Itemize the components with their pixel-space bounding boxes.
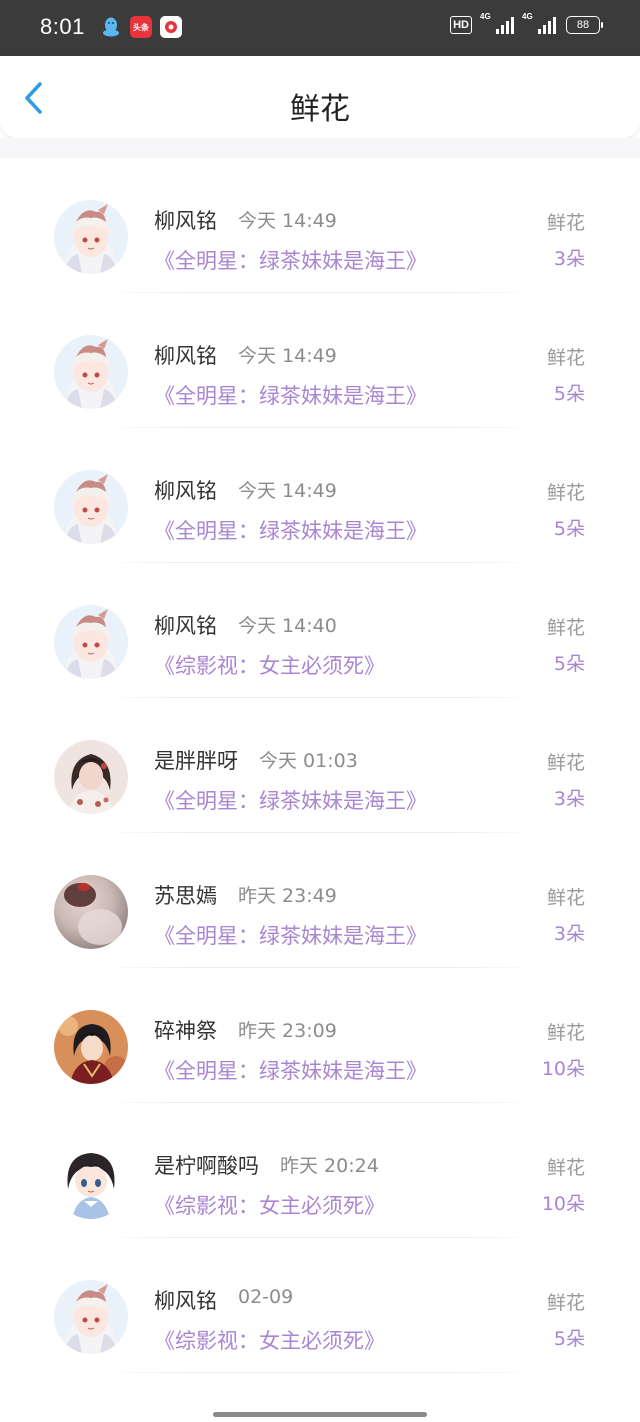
- avatar[interactable]: [54, 200, 128, 274]
- signal-strength-icon-2: 4G: [522, 12, 556, 34]
- gift-count: 10朵: [541, 1058, 585, 1080]
- user-name[interactable]: 碎神祭: [154, 1015, 217, 1045]
- gift-type-label: 鲜花: [546, 347, 585, 369]
- gift-type-label: 鲜花: [546, 1157, 585, 1179]
- gift-type-label: 鲜花: [546, 617, 585, 639]
- avatar[interactable]: [54, 1280, 128, 1354]
- system-status-icons: HD 4G 4G 88: [450, 12, 603, 34]
- gift-count: 5朵: [553, 1328, 585, 1350]
- notification-icons: 头条: [100, 16, 182, 38]
- gift-type-label: 鲜花: [546, 752, 585, 774]
- gift-count: 5朵: [553, 383, 585, 405]
- gift-type-label: 鲜花: [546, 482, 585, 504]
- gift-count: 3朵: [553, 248, 585, 270]
- timestamp: 今天 14:49: [238, 480, 337, 502]
- user-name[interactable]: 是胖胖呀: [154, 745, 238, 775]
- avatar[interactable]: [54, 875, 128, 949]
- user-name[interactable]: 柳风铭: [154, 205, 217, 235]
- home-indicator[interactable]: [213, 1412, 427, 1417]
- timestamp: 今天 14:49: [238, 210, 337, 232]
- user-name[interactable]: 是柠啊酸吗: [154, 1150, 259, 1180]
- gift-record-list: 柳风铭 今天 14:49 《全明星：绿茶妹妹是海王》 鲜花 3朵 柳风铭 今天 …: [0, 158, 640, 1373]
- gift-count: 3朵: [553, 788, 585, 810]
- gift-type-label: 鲜花: [546, 1022, 585, 1044]
- divider: [100, 1372, 540, 1373]
- status-time: 8:01: [40, 14, 85, 39]
- gift-count: 5朵: [553, 653, 585, 675]
- timestamp: 今天 01:03: [259, 750, 358, 772]
- gift-count: 3朵: [553, 923, 585, 945]
- page-title: 鲜花: [290, 92, 350, 127]
- timestamp: 02-09: [238, 1286, 294, 1308]
- gift-count: 5朵: [553, 518, 585, 540]
- user-name[interactable]: 柳风铭: [154, 1285, 217, 1315]
- timestamp: 昨天 23:49: [238, 885, 337, 907]
- book-title-link[interactable]: 《综影视：女主必须死》: [154, 1190, 385, 1220]
- book-title-link[interactable]: 《全明星：绿茶妹妹是海王》: [154, 515, 427, 545]
- toutiao-label: 头条: [133, 22, 149, 32]
- status-bar: 8:01 头条 HD 4G 4G 88: [0, 0, 640, 56]
- list-item[interactable]: 柳风铭 今天 14:40 《综影视：女主必须死》 鲜花 5朵: [0, 563, 640, 698]
- list-item[interactable]: 柳风铭 02-09 《综影视：女主必须死》 鲜花 5朵: [0, 1238, 640, 1373]
- list-item[interactable]: 苏思嫣 昨天 23:49 《全明星：绿茶妹妹是海王》 鲜花 3朵: [0, 833, 640, 968]
- battery-level: 88: [576, 19, 590, 31]
- gift-count: 10朵: [541, 1193, 585, 1215]
- list-item[interactable]: 碎神祭 昨天 23:09 《全明星：绿茶妹妹是海王》 鲜花 10朵: [0, 968, 640, 1103]
- user-name[interactable]: 柳风铭: [154, 340, 217, 370]
- book-title-link[interactable]: 《全明星：绿茶妹妹是海王》: [154, 380, 427, 410]
- gift-type-label: 鲜花: [546, 212, 585, 234]
- avatar[interactable]: [54, 740, 128, 814]
- user-name[interactable]: 柳风铭: [154, 610, 217, 640]
- battery-icon: 88: [566, 16, 603, 34]
- book-title-link[interactable]: 《全明星：绿茶妹妹是海王》: [154, 920, 427, 950]
- timestamp: 今天 14:40: [238, 615, 337, 637]
- app-notification-icon: [160, 16, 182, 38]
- book-title-link[interactable]: 《全明星：绿茶妹妹是海王》: [154, 785, 427, 815]
- list-item[interactable]: 是柠啊酸吗 昨天 20:24 《综影视：女主必须死》 鲜花 10朵: [0, 1103, 640, 1238]
- nav-header: 鲜花: [0, 56, 640, 138]
- avatar[interactable]: [54, 470, 128, 544]
- signal-strength-icon-1: 4G: [480, 12, 514, 34]
- list-item[interactable]: 柳风铭 今天 14:49 《全明星：绿茶妹妹是海王》 鲜花 3朵: [0, 158, 640, 293]
- network-type-label: 4G: [480, 12, 491, 21]
- timestamp: 今天 14:49: [238, 345, 337, 367]
- timestamp: 昨天 20:24: [280, 1155, 379, 1177]
- hd-voice-icon: HD: [450, 16, 472, 34]
- book-title-link[interactable]: 《综影视：女主必须死》: [154, 1325, 385, 1355]
- user-name[interactable]: 苏思嫣: [154, 880, 217, 910]
- list-item[interactable]: 是胖胖呀 今天 01:03 《全明星：绿茶妹妹是海王》 鲜花 3朵: [0, 698, 640, 833]
- book-title-link[interactable]: 《全明星：绿茶妹妹是海王》: [154, 1055, 427, 1085]
- gift-type-label: 鲜花: [546, 1292, 585, 1314]
- avatar[interactable]: [54, 1010, 128, 1084]
- user-name[interactable]: 柳风铭: [154, 475, 217, 505]
- qq-icon: [100, 16, 122, 38]
- book-title-link[interactable]: 《全明星：绿茶妹妹是海王》: [154, 245, 427, 275]
- list-item[interactable]: 柳风铭 今天 14:49 《全明星：绿茶妹妹是海王》 鲜花 5朵: [0, 293, 640, 428]
- network-type-label: 4G: [522, 12, 533, 21]
- toutiao-icon: 头条: [130, 16, 152, 38]
- avatar[interactable]: [54, 1145, 128, 1219]
- header-separator: [0, 138, 640, 158]
- list-item[interactable]: 柳风铭 今天 14:49 《全明星：绿茶妹妹是海王》 鲜花 5朵: [0, 428, 640, 563]
- gift-type-label: 鲜花: [546, 887, 585, 909]
- avatar[interactable]: [54, 335, 128, 409]
- book-title-link[interactable]: 《综影视：女主必须死》: [154, 650, 385, 680]
- timestamp: 昨天 23:09: [238, 1020, 337, 1042]
- avatar[interactable]: [54, 605, 128, 679]
